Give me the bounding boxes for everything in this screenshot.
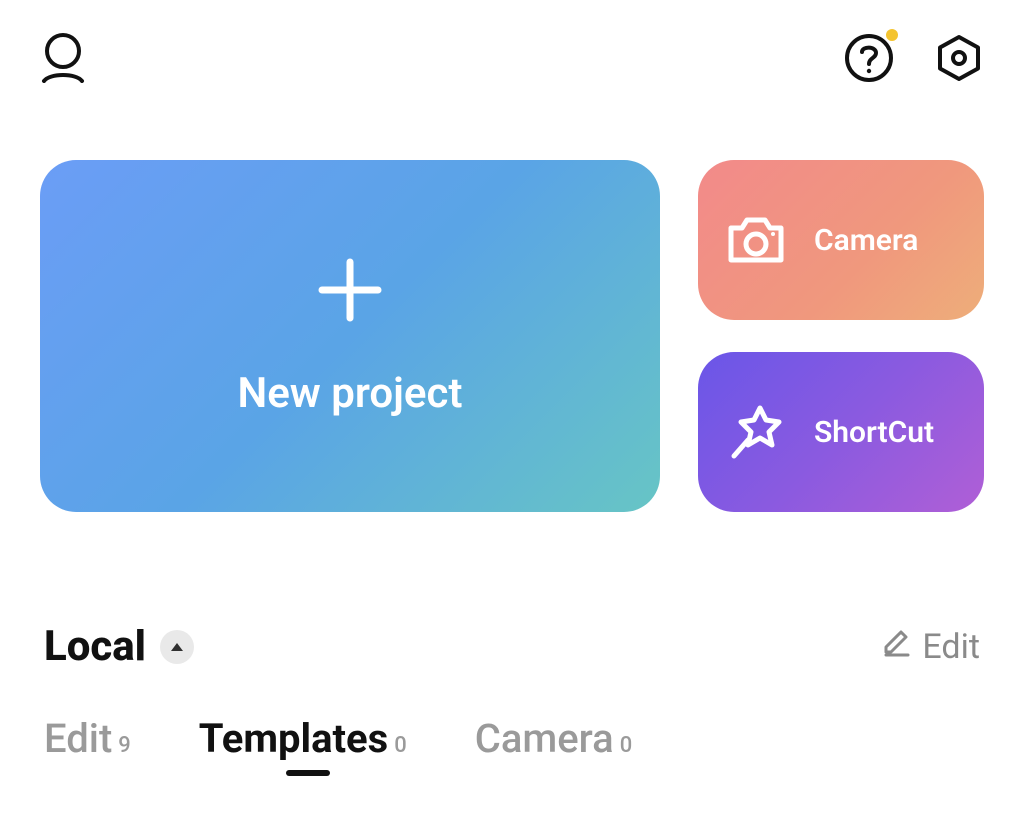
camera-card[interactable]: Camera bbox=[698, 160, 984, 320]
shortcut-label: ShortCut bbox=[814, 415, 934, 450]
magic-wand-star-icon bbox=[726, 402, 786, 462]
edit-label: Edit bbox=[922, 627, 980, 667]
settings-button[interactable] bbox=[934, 33, 984, 87]
profile-button[interactable] bbox=[40, 33, 86, 87]
camera-label: Camera bbox=[814, 223, 918, 258]
tab-count: 0 bbox=[394, 733, 407, 758]
help-icon bbox=[844, 33, 894, 87]
tab-camera[interactable]: Camera 0 bbox=[475, 715, 632, 762]
tabs: Edit 9 Templates 0 Camera 0 bbox=[0, 671, 1024, 762]
camera-icon bbox=[726, 210, 786, 270]
chevron-up-icon bbox=[169, 641, 185, 653]
section-head: Local Edit bbox=[44, 622, 980, 671]
tab-count: 9 bbox=[118, 733, 131, 758]
header bbox=[0, 0, 1024, 100]
help-button[interactable] bbox=[844, 33, 894, 87]
tab-count: 0 bbox=[620, 733, 633, 758]
pencil-icon bbox=[880, 626, 912, 667]
new-project-card[interactable]: New project bbox=[40, 160, 660, 512]
header-right bbox=[844, 33, 984, 87]
action-cards: New project Camera ShortCut bbox=[0, 100, 1024, 512]
plus-icon bbox=[314, 254, 386, 339]
settings-icon bbox=[934, 33, 984, 87]
local-section: Local Edit bbox=[0, 512, 1024, 671]
notification-dot bbox=[886, 29, 898, 41]
tab-edit[interactable]: Edit 9 bbox=[44, 715, 131, 762]
header-left bbox=[40, 33, 86, 87]
side-cards: Camera ShortCut bbox=[698, 160, 984, 512]
section-title-wrap: Local bbox=[44, 622, 194, 671]
edit-button[interactable]: Edit bbox=[880, 626, 980, 667]
tab-templates[interactable]: Templates 0 bbox=[199, 715, 407, 762]
shortcut-card[interactable]: ShortCut bbox=[698, 352, 984, 512]
section-title: Local bbox=[44, 622, 146, 671]
profile-icon bbox=[40, 33, 86, 87]
tab-label: Edit bbox=[44, 715, 112, 762]
tab-label: Templates bbox=[199, 715, 388, 762]
tab-label: Camera bbox=[475, 715, 614, 762]
collapse-button[interactable] bbox=[160, 630, 194, 664]
new-project-label: New project bbox=[237, 369, 462, 418]
